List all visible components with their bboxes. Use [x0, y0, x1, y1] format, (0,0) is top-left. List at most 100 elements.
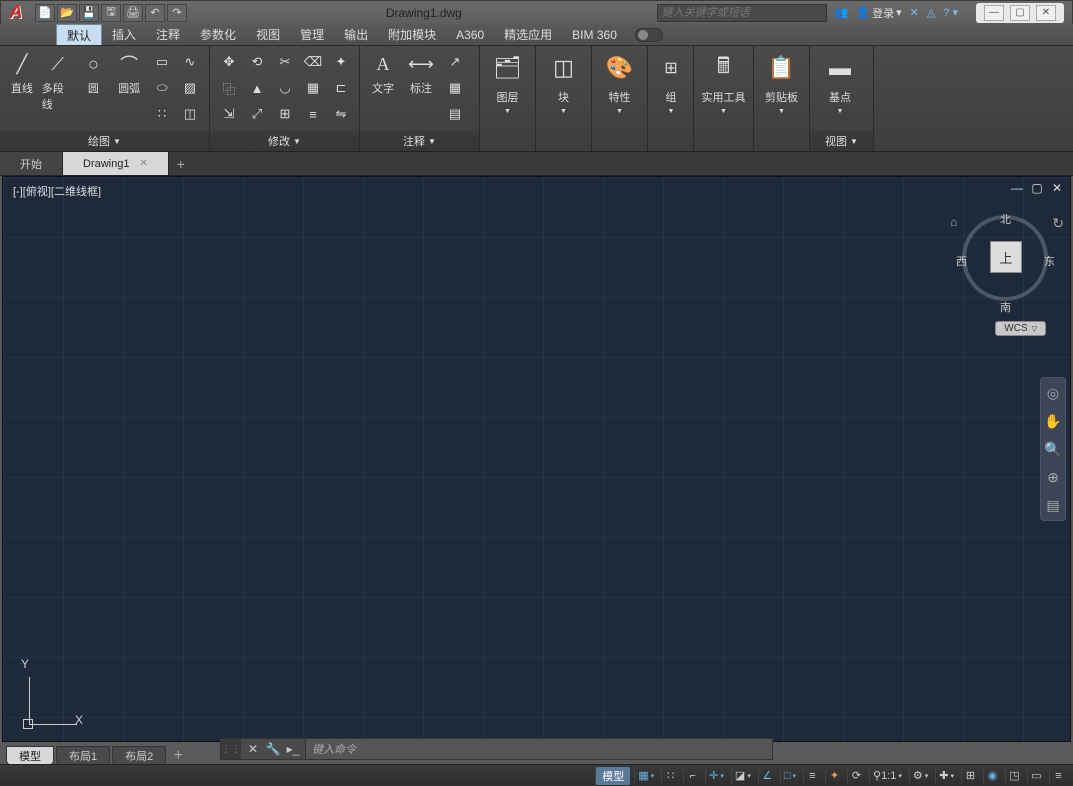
monitor-icon[interactable]: ⊞ — [961, 767, 979, 785]
tab-insert[interactable]: 插入 — [102, 24, 146, 45]
lineweight-icon[interactable]: ≡ — [803, 767, 821, 785]
annoscale-icon[interactable]: ⚲ 1:1▾ — [869, 767, 905, 785]
zoom-icon[interactable]: 🔍 — [1044, 440, 1062, 458]
panel-modify-title[interactable]: 修改▼ — [210, 131, 359, 151]
maximize-button[interactable]: ▢ — [1010, 5, 1030, 21]
pan-icon[interactable]: ✋ — [1044, 412, 1062, 430]
tab-a360[interactable]: A360 — [446, 24, 494, 45]
rotate-icon[interactable]: ⟲ — [244, 50, 270, 74]
tab-bim360[interactable]: BIM 360 — [562, 24, 627, 45]
otrack-toggle-icon[interactable]: □▾ — [780, 767, 799, 785]
tab-manage[interactable]: 管理 — [290, 24, 334, 45]
hardware-icon[interactable]: ◉ — [983, 767, 1001, 785]
block-button[interactable]: ◫块▼ — [542, 50, 585, 151]
a360-icon[interactable]: ◬ — [927, 6, 935, 19]
panel-annotate-title[interactable]: 注释▼ — [360, 131, 479, 151]
layout-model[interactable]: 模型 — [6, 746, 54, 766]
rect-icon[interactable]: ▭ — [149, 50, 175, 74]
compass-south[interactable]: 南 — [1000, 299, 1011, 315]
cleanscreen-icon[interactable]: ▭ — [1027, 767, 1045, 785]
compass-east[interactable]: 东 — [1044, 253, 1055, 269]
hatch-icon[interactable]: ▨ — [177, 76, 203, 100]
ribbon-min-toggle[interactable] — [635, 28, 663, 42]
vp-minimize-icon[interactable]: — — [1010, 181, 1024, 195]
panel-draw-title[interactable]: 绘图▼ — [0, 131, 209, 151]
command-input[interactable]: 键入命令 — [305, 739, 772, 759]
wcs-label[interactable]: WCS▽ — [995, 321, 1046, 336]
stretch-icon[interactable]: ⇲ — [216, 102, 242, 126]
text-button[interactable]: A文字 — [366, 50, 400, 131]
vp-close-icon[interactable]: ✕ — [1050, 181, 1064, 195]
cmd-prompt-icon[interactable]: ▸_ — [285, 741, 301, 757]
new-tab-button[interactable]: + — [169, 152, 193, 175]
viewcube-face[interactable]: 上 — [990, 241, 1022, 273]
grid-toggle-icon[interactable]: ▦▾ — [634, 767, 657, 785]
rotate-arrows-icon[interactable]: ↻ — [1052, 215, 1064, 232]
print-icon[interactable]: 🖨 — [123, 4, 143, 22]
layout-1[interactable]: 布局1 — [56, 746, 110, 766]
help-icon[interactable]: ? ▾ — [943, 6, 958, 19]
fullnav-icon[interactable]: ◎ — [1044, 384, 1062, 402]
tab-parametric[interactable]: 参数化 — [190, 24, 246, 45]
viewport-label[interactable]: [-][俯视][二维线框] — [13, 183, 101, 199]
scale-icon[interactable]: ⤢ — [244, 102, 270, 126]
line-button[interactable]: ╱直线 — [6, 50, 38, 131]
drawing-canvas[interactable]: [-][俯视][二维线框] — ▢ ✕ ⌂ ↻ 上 北 南 东 西 WCS▽ ◎… — [2, 176, 1071, 742]
minimize-button[interactable]: — — [984, 5, 1004, 21]
fillet-icon[interactable]: ◡ — [272, 76, 298, 100]
iso-toggle-icon[interactable]: ◪▾ — [731, 767, 754, 785]
ortho-toggle-icon[interactable]: ⌐ — [683, 767, 701, 785]
cmd-config-icon[interactable]: 🔧 — [265, 741, 281, 757]
align-icon[interactable]: ≡ — [300, 102, 326, 126]
base-button[interactable]: ▬基点▼ — [816, 50, 864, 131]
array-icon[interactable]: ▦ — [300, 76, 326, 100]
polar-toggle-icon[interactable]: ✛▾ — [705, 767, 727, 785]
open-icon[interactable]: 📂 — [57, 4, 77, 22]
utilities-button[interactable]: 🖩实用工具▼ — [700, 50, 747, 151]
saveas-icon[interactable]: 🖫 — [101, 4, 121, 22]
leader-icon[interactable]: ↗ — [442, 50, 468, 74]
search-input[interactable] — [657, 4, 827, 22]
status-model[interactable]: 模型 — [595, 767, 630, 785]
snap-toggle-icon[interactable]: ∷ — [661, 767, 679, 785]
panel-view-title[interactable]: 视图▼ — [810, 131, 873, 151]
login-button[interactable]: 👤 登录 ▾ — [856, 5, 901, 21]
arc-button[interactable]: ⌒圆弧 — [113, 50, 145, 131]
undo-icon[interactable]: ↶ — [145, 4, 165, 22]
tab-annotate[interactable]: 注释 — [146, 24, 190, 45]
polyline-button[interactable]: ⟋多段线 — [42, 50, 74, 131]
cycling-icon[interactable]: ⟳ — [847, 767, 865, 785]
transparency-icon[interactable]: ✦ — [825, 767, 843, 785]
customize-icon[interactable]: ≡ — [1049, 767, 1067, 785]
point-icon[interactable]: ∷ — [149, 102, 175, 126]
mirror-icon[interactable]: ▲ — [244, 76, 270, 100]
offset-icon[interactable]: ⊏ — [328, 76, 354, 100]
clipboard-button[interactable]: 📋剪贴板▼ — [760, 50, 803, 151]
showmotion-icon[interactable]: ▤ — [1044, 496, 1062, 514]
workspace-icon[interactable]: ✚▾ — [935, 767, 957, 785]
ellipse-icon[interactable]: ⬭ — [149, 76, 175, 100]
arrayr-icon[interactable]: ⊞ — [272, 102, 298, 126]
home-icon[interactable]: ⌂ — [950, 215, 957, 229]
tab-default[interactable]: 默认 — [56, 24, 102, 45]
dim-button[interactable]: ⟷标注 — [404, 50, 438, 131]
close-icon[interactable]: ✕ — [139, 158, 147, 169]
tab-drawing1[interactable]: Drawing1✕ — [63, 152, 169, 175]
new-icon[interactable]: 📄 — [35, 4, 55, 22]
table-icon[interactable]: ▦ — [442, 76, 468, 100]
tab-start[interactable]: 开始 — [0, 152, 63, 175]
isolate-icon[interactable]: ◳ — [1005, 767, 1023, 785]
layout-2[interactable]: 布局2 — [112, 746, 166, 766]
osnap-toggle-icon[interactable]: ∠ — [758, 767, 776, 785]
tab-featured[interactable]: 精选应用 — [494, 24, 562, 45]
tab-addins[interactable]: 附加模块 — [378, 24, 446, 45]
infocenter-icon[interactable]: 👥 — [835, 6, 849, 19]
orbit-icon[interactable]: ⊕ — [1044, 468, 1062, 486]
gear-icon[interactable]: ⚙▾ — [909, 767, 931, 785]
explode-icon[interactable]: ✦ — [328, 50, 354, 74]
vp-maximize-icon[interactable]: ▢ — [1030, 181, 1044, 195]
tab-output[interactable]: 输出 — [334, 24, 378, 45]
erase-icon[interactable]: ⌫ — [300, 50, 326, 74]
break-icon[interactable]: ⇋ — [328, 102, 354, 126]
layer-button[interactable]: 🗂图层▼ — [486, 50, 529, 151]
